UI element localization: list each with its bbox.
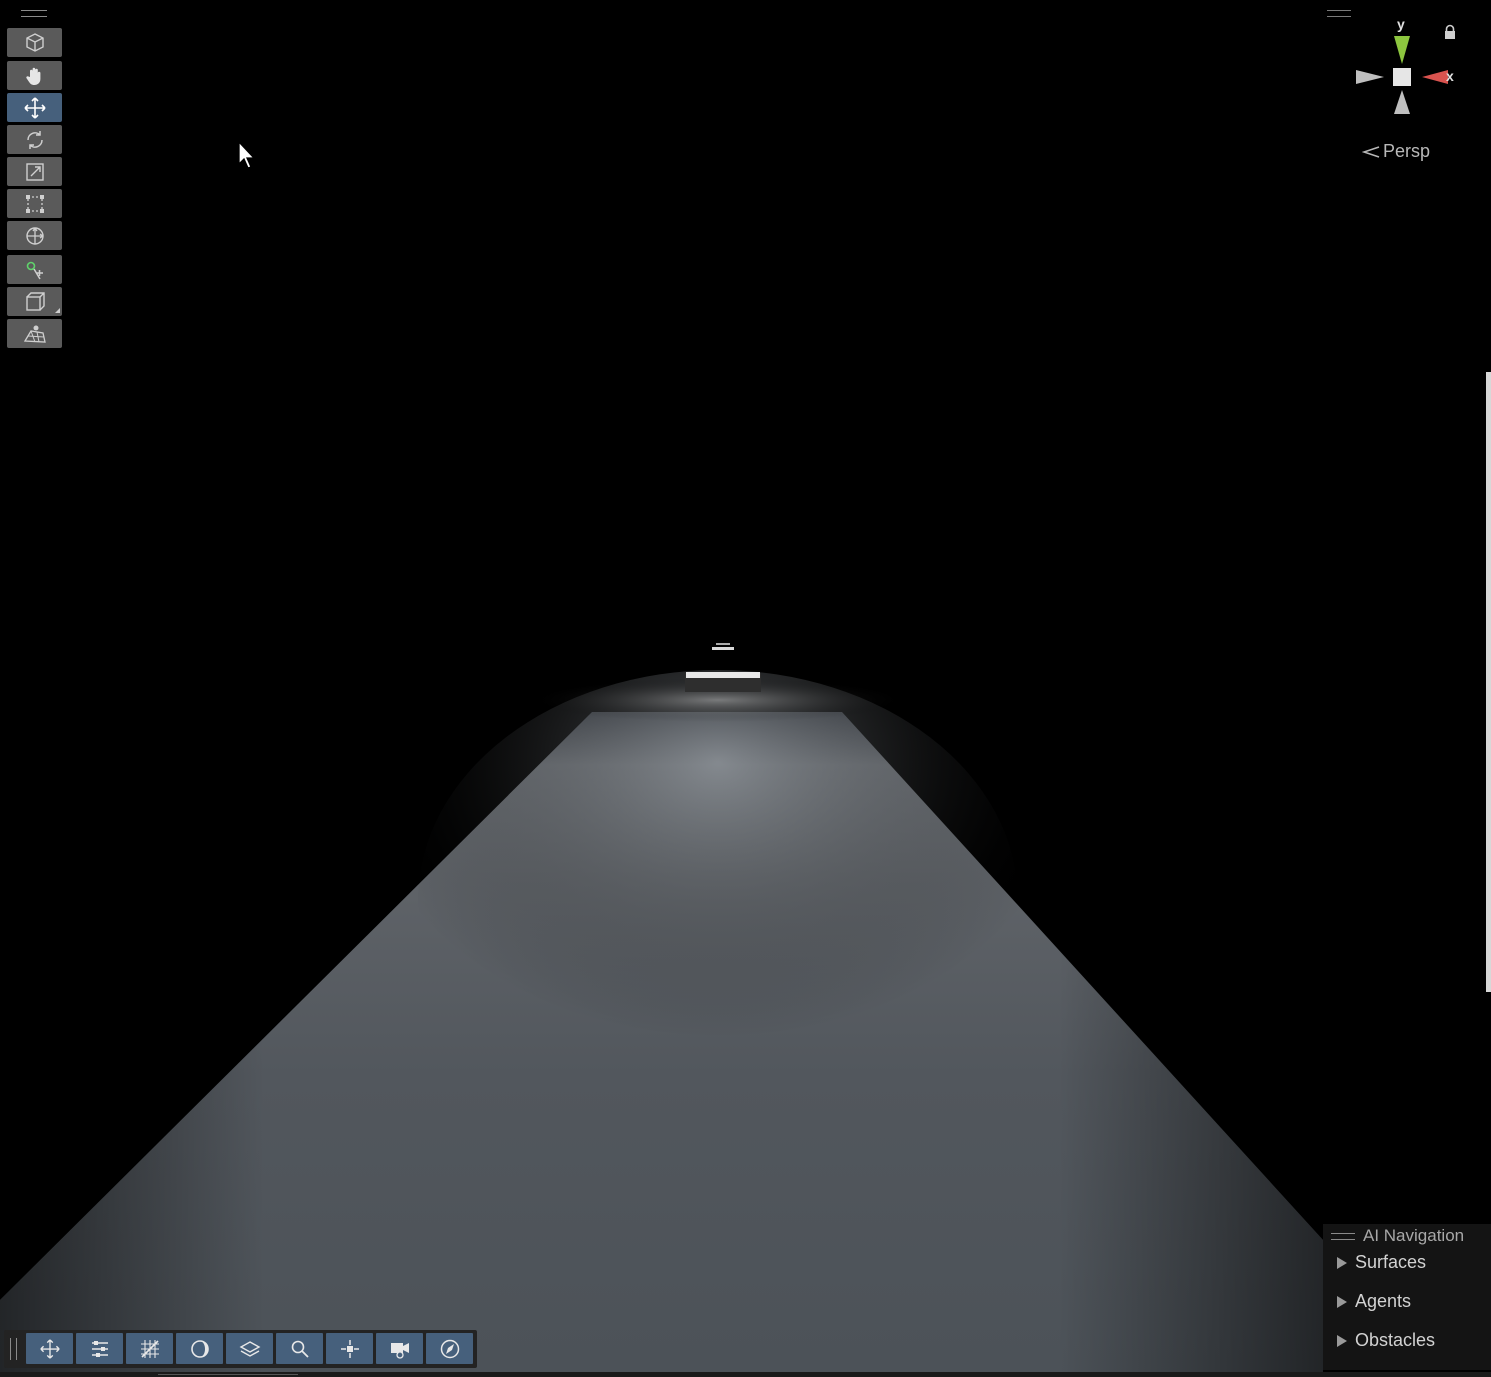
ai-navigation-overlay: AI Navigation Surfaces Agents Obstacles: [1323, 1224, 1491, 1370]
rect-transform-icon: [25, 194, 44, 213]
scene-render: [0, 643, 1323, 1372]
box-volume-button[interactable]: [7, 287, 62, 316]
box-volume-icon: [25, 291, 45, 311]
ai-nav-item-surfaces[interactable]: Surfaces: [1337, 1252, 1426, 1273]
status-strip: [0, 1372, 1491, 1377]
sliders-icon: [91, 1340, 108, 1357]
ai-navigation-header[interactable]: AI Navigation: [1331, 1226, 1464, 1246]
scale-tool-button[interactable]: [7, 157, 62, 186]
drag-handle[interactable]: [1331, 1232, 1355, 1240]
rect-tool-button[interactable]: [7, 189, 62, 218]
pivot-icon: [340, 1339, 359, 1358]
navmesh-tool-icon: [23, 325, 46, 343]
grid-toggle-button[interactable]: [126, 1333, 173, 1364]
gizmos-button[interactable]: [426, 1333, 473, 1364]
navmesh-tool-button[interactable]: [7, 319, 62, 348]
move-toggle-button[interactable]: [26, 1333, 73, 1364]
shading-icon: [190, 1339, 209, 1358]
projection-toggle[interactable]: Persp: [1362, 141, 1430, 162]
camera-settings-button[interactable]: [376, 1333, 423, 1364]
submenu-indicator: [55, 308, 60, 313]
shading-mode-button[interactable]: [176, 1333, 223, 1364]
expand-arrow-icon: [1337, 1256, 1347, 1269]
search-button[interactable]: [276, 1333, 323, 1364]
scene-view-toolbar: [4, 1330, 477, 1368]
ai-navigation-title: AI Navigation: [1363, 1226, 1465, 1245]
expand-arrow-icon: [1337, 1295, 1347, 1308]
side-panel-edge: [1486, 372, 1491, 992]
lock-icon[interactable]: [1443, 24, 1457, 40]
hand-icon: [25, 67, 40, 85]
drag-handle[interactable]: [10, 1338, 17, 1360]
projection-label: Persp: [1383, 141, 1431, 161]
hand-tool-button[interactable]: [7, 61, 62, 90]
move-tool-button[interactable]: [7, 93, 62, 122]
scene-viewport[interactable]: y x Persp AI Navigation Surfaces Agents: [0, 0, 1491, 1377]
ai-nav-item-obstacles[interactable]: Obstacles: [1337, 1330, 1435, 1351]
drag-handle[interactable]: [21, 10, 47, 17]
gizmo-drag-handle[interactable]: [1327, 10, 1351, 17]
rotate-tool-button[interactable]: [7, 125, 62, 154]
rotate-icon: [26, 130, 43, 149]
view-options-button[interactable]: [76, 1333, 123, 1364]
compass-icon: [440, 1339, 459, 1358]
perspective-icon: [1362, 145, 1380, 158]
mouse-cursor-icon: [238, 140, 256, 169]
expand-arrow-icon: [1337, 1334, 1347, 1347]
move-icon: [39, 1338, 60, 1359]
ai-nav-item-agents[interactable]: Agents: [1337, 1291, 1411, 1312]
transform-tool-button[interactable]: [7, 221, 62, 250]
ai-nav-item-label: Surfaces: [1355, 1252, 1427, 1272]
pivot-button[interactable]: [326, 1333, 373, 1364]
view-options-button[interactable]: [7, 28, 62, 57]
search-icon: [291, 1340, 309, 1358]
gizmo-x-label: x: [1446, 68, 1454, 84]
ai-nav-item-label: Agents: [1355, 1291, 1412, 1311]
cube-icon: [25, 32, 44, 52]
ai-nav-item-label: Obstacles: [1355, 1330, 1436, 1350]
draw-mode-button[interactable]: [226, 1333, 273, 1364]
scale-icon: [25, 162, 44, 181]
move-icon: [23, 96, 46, 119]
custom-tool-button[interactable]: [7, 255, 62, 284]
custom-tool-icon: [26, 261, 43, 279]
camera-icon: [390, 1342, 409, 1359]
gizmo-y-label: y: [1397, 16, 1405, 32]
grid-icon: [140, 1339, 159, 1358]
transform-icon: [25, 226, 44, 245]
layers-icon: [239, 1340, 260, 1357]
